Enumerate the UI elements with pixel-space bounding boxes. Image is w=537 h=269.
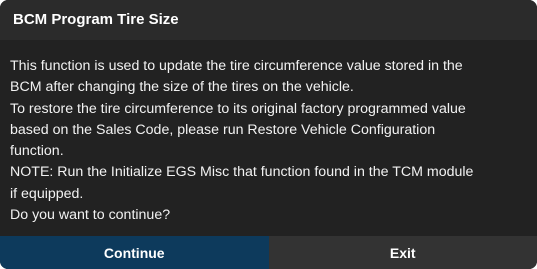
message-line: This function is used to update the tire… <box>10 58 463 74</box>
message-line: if equipped. <box>10 185 84 202</box>
message-line: Do you want to continue? <box>10 207 171 224</box>
message-line: based on the Sales Code, please run Rest… <box>10 121 436 138</box>
dialog-title: BCM Program Tire Size <box>0 0 537 40</box>
message-line: To restore the tire circumference to its… <box>10 100 466 117</box>
dialog-footer: Continue Exit <box>0 236 537 269</box>
continue-button[interactable]: Continue <box>0 236 269 269</box>
message-line: BCM after changing the size of the tires… <box>10 79 354 96</box>
message-line: function. <box>10 143 64 160</box>
exit-button[interactable]: Exit <box>268 236 537 269</box>
dialog-message: This function is used to update the tire… <box>0 40 537 236</box>
message-line: NOTE: Run the Initialize EGS Misc that f… <box>10 164 474 181</box>
confirmation-dialog: BCM Program Tire Size This function is u… <box>0 0 537 269</box>
